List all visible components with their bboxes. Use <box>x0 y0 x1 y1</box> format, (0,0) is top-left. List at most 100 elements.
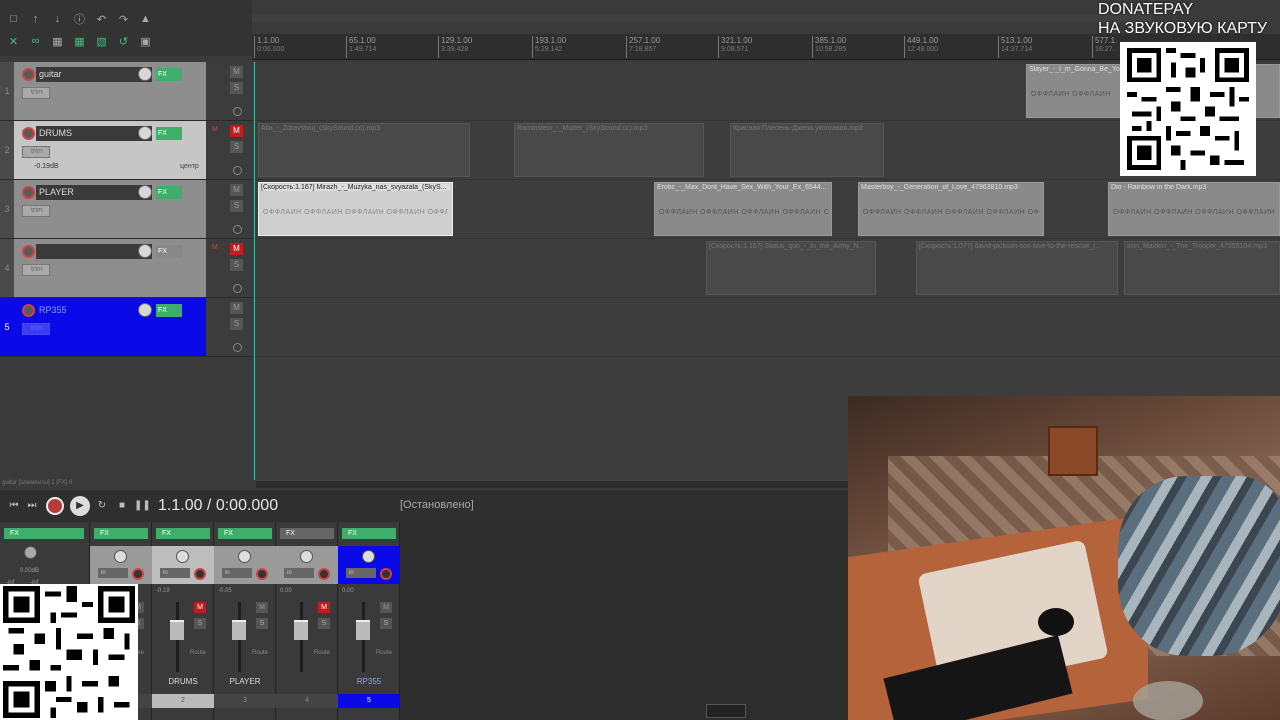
route-button[interactable]: Route <box>252 650 268 656</box>
input-button[interactable]: in <box>284 568 314 578</box>
time-display[interactable]: 1.1.00 / 0:00.000 <box>158 497 278 515</box>
horizontal-scrollbar[interactable] <box>256 480 848 488</box>
strip-header[interactable]: in <box>214 546 276 584</box>
fx-button[interactable]: FX <box>94 528 148 539</box>
solo-button[interactable]: S <box>194 618 206 629</box>
media-item[interactable]: [Скорость:1.167] Mirazh_-_Muzyka_nas_svy… <box>258 182 453 236</box>
grid2-icon[interactable]: ▧ <box>92 32 111 50</box>
fx-button[interactable]: FX <box>218 528 272 539</box>
fx-button[interactable]: FX <box>156 304 182 317</box>
track-row[interactable]: 5 RP355 FX trim M S <box>0 298 252 357</box>
mixer-strip[interactable]: FX in 0.00 M S Route RP355 5 <box>338 522 400 720</box>
route-button[interactable]: Route <box>376 650 392 656</box>
play-icon[interactable]: ▶ <box>70 496 90 516</box>
media-item[interactable]: Alla_-_Zdravstvuj_(SkySound.cc).mp3 <box>258 123 470 177</box>
track-row[interactable]: 4 FX trim M M S <box>0 239 252 298</box>
track-row[interactable]: 2 DRUMS FX trim -0.19dB центр M M S <box>0 121 252 180</box>
volume-fader[interactable] <box>294 620 308 640</box>
track-name[interactable]: RP355 <box>36 303 152 318</box>
link-icon[interactable]: ∞ <box>26 32 45 50</box>
solo-button[interactable]: S <box>256 618 268 629</box>
automation-trim-button[interactable]: trim <box>22 146 50 158</box>
media-item[interactable]: Красная Плесень-Джена уколгавая.mp3 <box>730 123 884 177</box>
repeat-icon[interactable]: ↻ <box>94 498 110 514</box>
fx-button[interactable]: FX <box>156 528 210 539</box>
record-arm-icon[interactable] <box>22 304 35 317</box>
mute-button[interactable]: M <box>256 602 268 613</box>
track-lane[interactable]: [Скорость:1.167] Mirazh_-_Muzyka_nas_svy… <box>252 180 1280 239</box>
record-arm-icon[interactable] <box>380 568 392 580</box>
track-header[interactable]: FX trim <box>14 239 206 297</box>
download-icon[interactable]: ↓ <box>48 10 67 28</box>
envelope-icon[interactable] <box>233 284 242 293</box>
pan-knob[interactable] <box>24 546 37 559</box>
track-header[interactable]: DRUMS FX trim -0.19dB центр <box>14 121 206 179</box>
play-cursor[interactable] <box>254 62 255 480</box>
track-lane[interactable] <box>252 298 1280 357</box>
track-header[interactable]: guitar FX trim <box>14 62 206 120</box>
loop-icon[interactable]: ↺ <box>114 32 133 50</box>
track-name[interactable]: guitar <box>36 67 152 82</box>
fx-button[interactable]: FX <box>342 528 396 539</box>
pan-knob[interactable] <box>362 550 375 563</box>
metronome-icon[interactable]: ▲ <box>136 10 155 28</box>
pan-knob[interactable] <box>114 550 127 563</box>
mute-button[interactable]: M <box>230 184 243 196</box>
track-lane[interactable]: [Скорость:1.167] Status_quo_-_In_the_Arm… <box>252 239 1280 298</box>
volume-fader[interactable] <box>232 620 246 640</box>
input-button[interactable]: in <box>98 568 128 578</box>
pan-knob[interactable] <box>176 550 189 563</box>
input-button[interactable]: in <box>222 568 252 578</box>
mixer-strip[interactable]: FX in -0.19 M S Route DRUMS 2 <box>152 522 214 720</box>
record-arm-icon[interactable] <box>22 68 35 81</box>
window-thumbnail[interactable] <box>706 704 746 718</box>
record-arm-icon[interactable] <box>132 568 144 580</box>
strip-header[interactable]: in <box>152 546 214 584</box>
redo-icon[interactable]: ↷ <box>114 10 133 28</box>
media-item[interactable]: [Скорость:1.167] Status_quo_-_In_the_Arm… <box>706 241 876 295</box>
track-number[interactable]: 3 <box>0 180 14 238</box>
track-name[interactable]: DRUMS <box>36 126 152 141</box>
volume-knob[interactable] <box>138 67 152 81</box>
record-arm-icon[interactable] <box>194 568 206 580</box>
route-button[interactable]: Route <box>190 650 206 656</box>
fx-button[interactable]: FX <box>156 245 182 258</box>
strip-number[interactable]: 4 <box>276 694 338 708</box>
track-number[interactable]: 4 <box>0 239 14 297</box>
track-header[interactable]: RP355 FX trim <box>14 298 206 356</box>
mute-button[interactable]: M <box>194 602 206 613</box>
mute-button[interactable]: M <box>230 302 243 314</box>
track-name[interactable] <box>36 244 152 259</box>
track-header[interactable]: PLAYER FX trim <box>14 180 206 238</box>
automation-trim-button[interactable]: trim <box>22 264 50 276</box>
record-arm-icon[interactable] <box>22 245 35 258</box>
stop-icon[interactable]: ■ <box>114 498 130 514</box>
ripple-icon[interactable]: ✕ <box>4 32 23 50</box>
media-item[interactable]: Iron_Maiden_-_The_Trooper_47955104.mp3 <box>1124 241 1280 295</box>
record-arm-icon[interactable] <box>22 186 35 199</box>
volume-knob[interactable] <box>138 126 152 140</box>
strip-header[interactable]: in <box>276 546 338 584</box>
strip-header[interactable]: in <box>338 546 400 584</box>
strip-header[interactable]: in <box>90 546 152 584</box>
top-scrollbar[interactable] <box>252 14 1152 22</box>
solo-button[interactable]: S <box>380 618 392 629</box>
go-to-start-icon[interactable]: ⏮ <box>6 498 22 514</box>
record-icon[interactable] <box>46 497 64 515</box>
strip-number[interactable]: 3 <box>214 694 276 708</box>
media-item[interactable]: Rammstein_-_Mutter_(SkySound.cc).mp3 <box>514 123 704 177</box>
media-item[interactable]: [Скорость:1.077] david-jackson-sos-love-… <box>916 241 1118 295</box>
envelope-icon[interactable] <box>233 343 242 352</box>
record-arm-icon[interactable] <box>22 127 35 140</box>
media-item[interactable]: Erotic_-_Max_Dont_Have_Sex_With_Your_Ex_… <box>654 182 832 236</box>
automation-trim-button[interactable]: trim <box>22 87 50 99</box>
strip-number[interactable]: 2 <box>152 694 214 708</box>
envelope-icon[interactable] <box>233 107 242 116</box>
record-arm-icon[interactable] <box>318 568 330 580</box>
solo-button[interactable]: S <box>230 200 243 212</box>
snap-icon[interactable]: ▦ <box>70 32 89 50</box>
mute-button[interactable]: M <box>380 602 392 613</box>
track-row[interactable]: 3 PLAYER FX trim M S <box>0 180 252 239</box>
mute-button[interactable]: M <box>318 602 330 613</box>
settings-icon[interactable]: ⓘ <box>70 10 89 28</box>
